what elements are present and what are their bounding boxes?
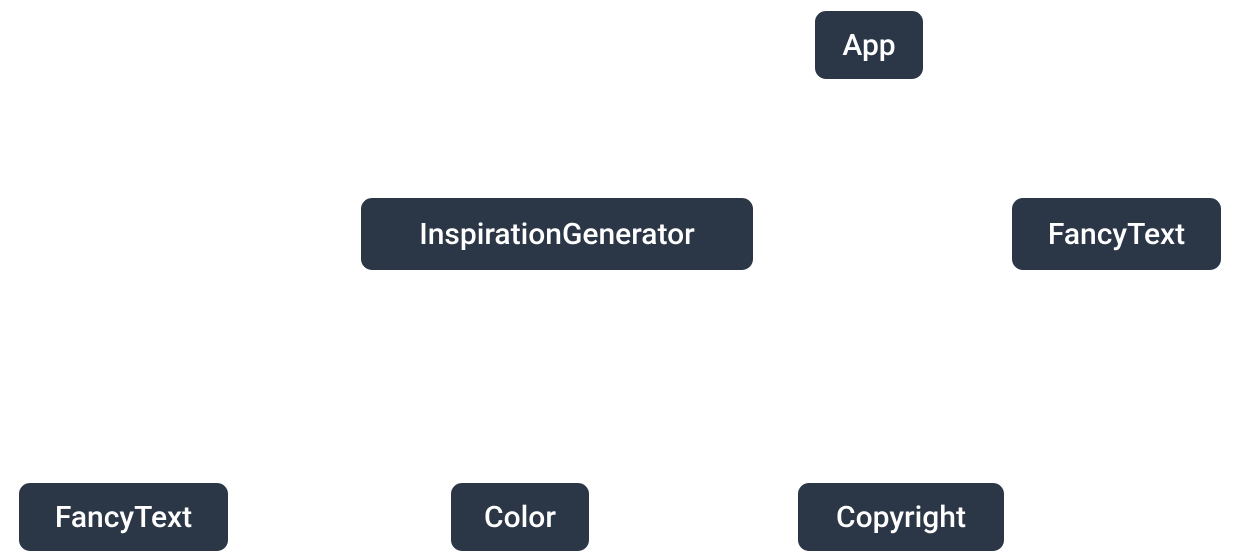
node-label: FancyText bbox=[1048, 217, 1185, 252]
diagram-canvas: App InspirationGenerator FancyText Fancy… bbox=[0, 0, 1257, 560]
edges-layer bbox=[0, 0, 1257, 560]
node-label: App bbox=[842, 28, 895, 63]
node-inspiration-generator: InspirationGenerator bbox=[358, 195, 756, 273]
node-label: Copyright bbox=[836, 500, 966, 535]
edge-label-ig-to-ft: renders? bbox=[190, 348, 283, 376]
node-copyright: Copyright bbox=[795, 480, 1007, 554]
edge-label-app-to-ft: renders bbox=[952, 120, 1034, 148]
node-label: Color bbox=[484, 500, 556, 535]
node-fancytext-left: FancyText bbox=[16, 480, 231, 554]
node-app: App bbox=[812, 8, 926, 82]
node-fancytext-right: FancyText bbox=[1009, 195, 1224, 273]
node-color: Color bbox=[448, 480, 592, 554]
node-label: InspirationGenerator bbox=[419, 217, 695, 252]
edge-label-ig-to-copyright: renders bbox=[820, 350, 902, 378]
edge-label-app-to-ig: renders bbox=[665, 120, 747, 148]
node-label: FancyText bbox=[55, 500, 192, 535]
edge-label-ig-to-color: renders? bbox=[400, 348, 493, 376]
